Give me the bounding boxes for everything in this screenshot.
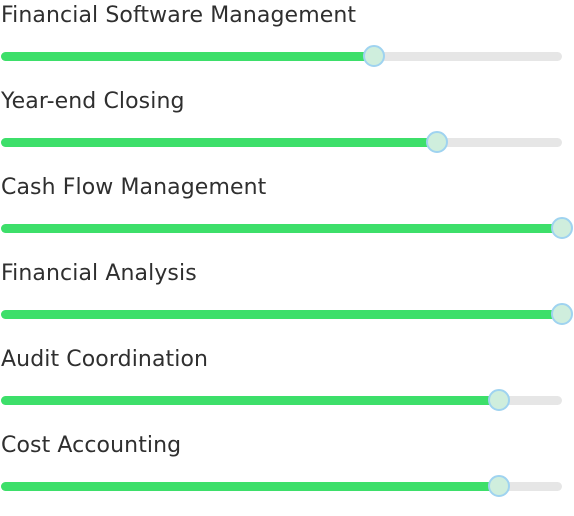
skill-audit-coordination: Audit Coordination (0, 344, 574, 430)
skill-slider-fill (1, 396, 499, 405)
skill-slider-fill (1, 310, 562, 319)
skill-cash-flow-management: Cash Flow Management (0, 172, 574, 258)
skill-cost-accounting: Cost Accounting (0, 430, 574, 516)
skill-slider-thumb[interactable] (363, 45, 386, 67)
skill-label: Audit Coordination (1, 347, 209, 372)
skill-label: Cash Flow Management (1, 175, 267, 200)
skill-slider-fill (1, 482, 499, 491)
skills-list: Financial Software Management Year-end C… (0, 0, 574, 498)
skill-slider-track[interactable] (1, 389, 562, 411)
skill-year-end-closing: Year-end Closing (0, 86, 574, 172)
skill-slider-fill (1, 52, 375, 61)
skill-label: Cost Accounting (1, 433, 182, 458)
skill-slider-thumb[interactable] (551, 303, 573, 325)
skill-slider-track[interactable] (1, 217, 573, 239)
skill-slider-track[interactable] (1, 45, 562, 67)
skill-label: Year-end Closing (1, 89, 185, 114)
skill-slider-thumb[interactable] (425, 131, 448, 153)
skill-financial-software-management: Financial Software Management (0, 0, 574, 86)
skill-slider-thumb[interactable] (551, 217, 573, 239)
skill-slider-thumb[interactable] (487, 475, 510, 497)
skill-slider-track[interactable] (1, 475, 562, 497)
skill-financial-analysis: Financial Analysis (0, 258, 574, 344)
skill-label: Financial Analysis (1, 261, 197, 286)
skill-slider-track[interactable] (1, 131, 562, 153)
skill-slider-track[interactable] (1, 303, 573, 325)
skill-slider-fill (1, 138, 437, 147)
skill-slider-thumb[interactable] (487, 389, 510, 411)
skill-slider-fill (1, 224, 562, 233)
skill-label: Financial Software Management (1, 3, 357, 28)
